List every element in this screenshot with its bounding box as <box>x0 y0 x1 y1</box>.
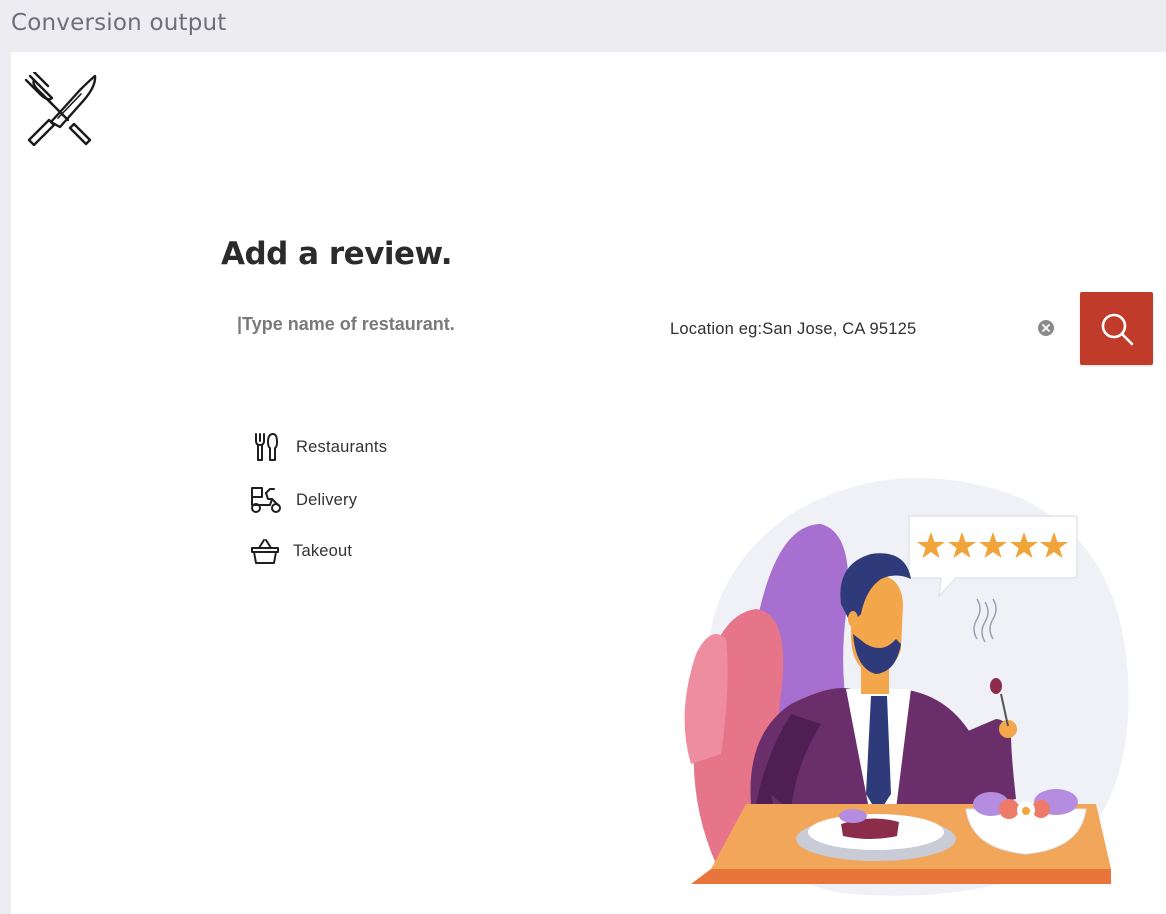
scooter-icon <box>250 484 282 516</box>
close-icon <box>1042 324 1050 332</box>
restaurant-name-input[interactable] <box>237 310 617 338</box>
category-label: Restaurants <box>296 437 388 456</box>
utensils-icon <box>250 431 282 463</box>
clear-location-button[interactable] <box>1038 320 1054 336</box>
location-input[interactable] <box>670 316 1030 342</box>
diner-review-illustration <box>671 464 1141 904</box>
category-label: Takeout <box>293 541 353 560</box>
window-title: Conversion output <box>11 10 227 36</box>
page-heading: Add a review. <box>221 236 452 272</box>
basket-icon <box>249 535 281 567</box>
category-restaurants[interactable]: Restaurants <box>250 430 387 464</box>
output-panel: Add a review. Restaurants <box>11 52 1166 914</box>
fork-knife-crossed-icon <box>24 70 98 147</box>
category-delivery[interactable]: Delivery <box>250 483 357 517</box>
search-icon <box>1101 313 1134 346</box>
category-label: Delivery <box>296 490 358 509</box>
category-takeout[interactable]: Takeout <box>249 534 352 568</box>
top-bar: Conversion output <box>0 0 1166 52</box>
search-button[interactable] <box>1080 292 1153 365</box>
